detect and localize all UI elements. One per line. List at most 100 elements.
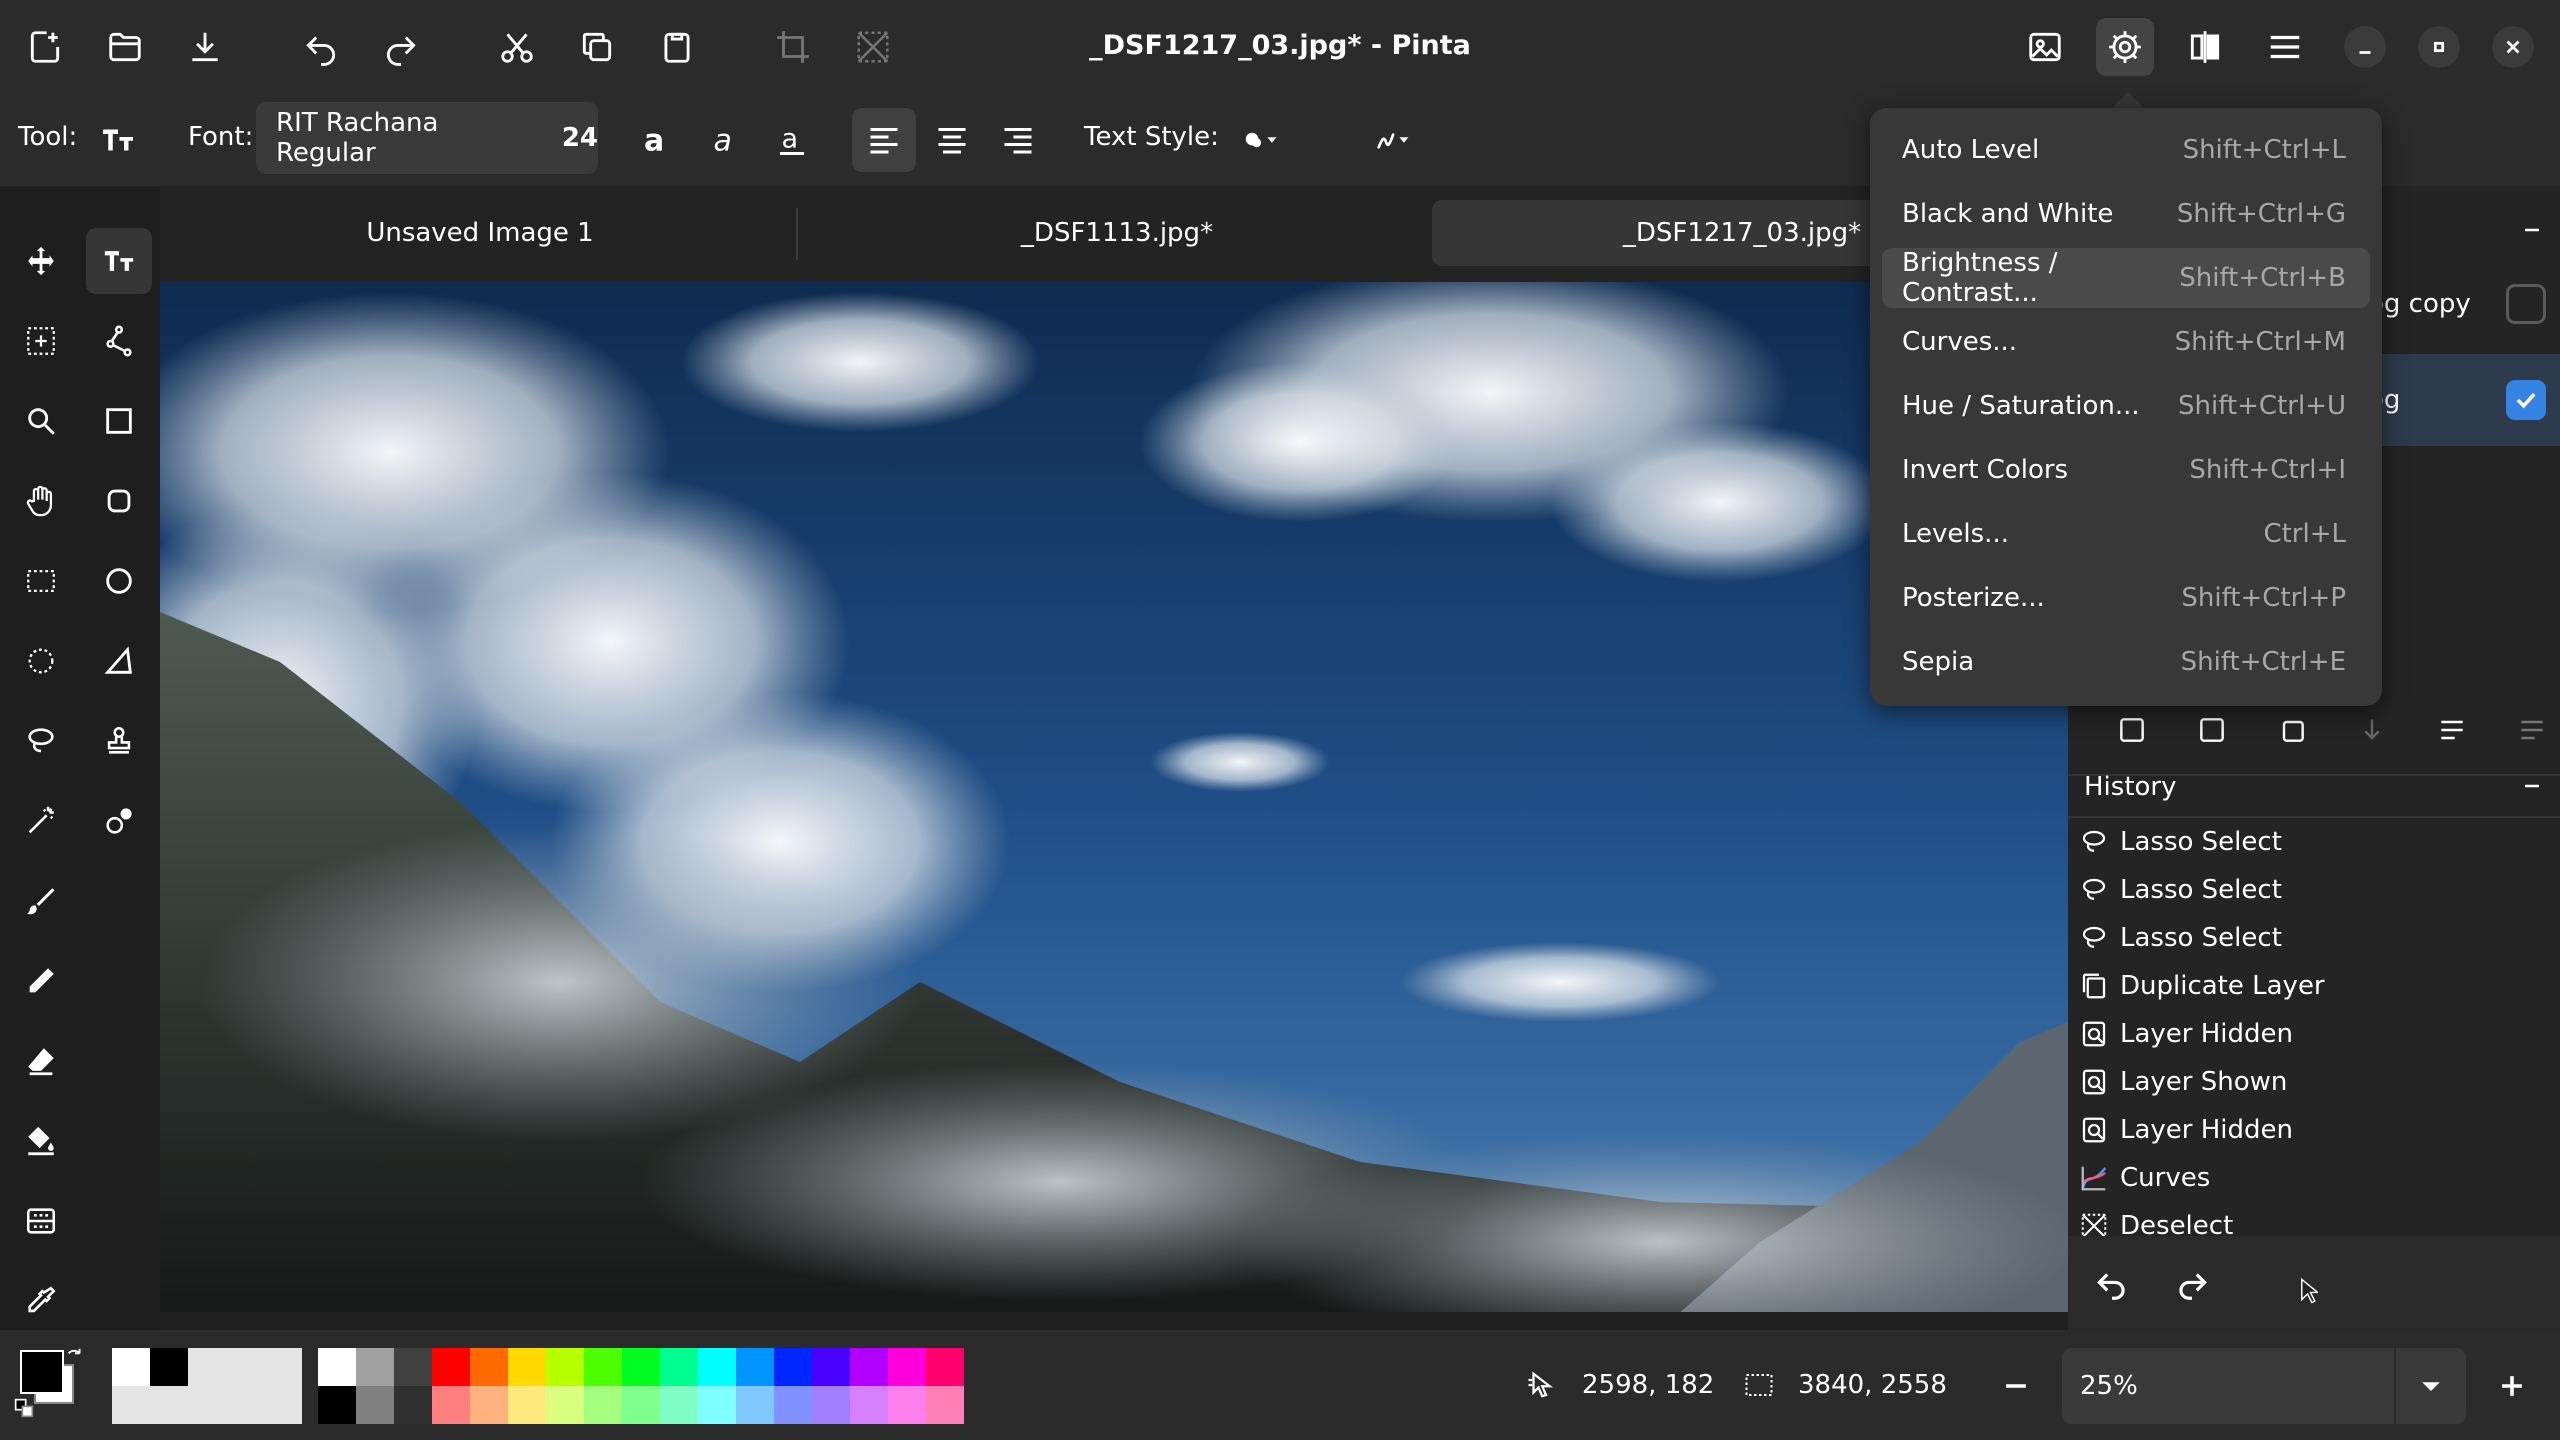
italic-button[interactable]: a [692, 108, 756, 172]
undo-button[interactable] [292, 18, 350, 76]
align-left-button[interactable] [852, 108, 916, 172]
paste-button[interactable] [648, 18, 706, 76]
recolor-tool[interactable] [86, 788, 152, 854]
palette-color[interactable] [850, 1386, 888, 1424]
lasso-select-tool[interactable] [8, 708, 74, 774]
eraser-tool[interactable] [8, 1028, 74, 1094]
deselect-all-button[interactable] [844, 18, 902, 76]
palette-color[interactable] [432, 1348, 470, 1386]
bold-button[interactable]: a [624, 108, 688, 172]
color-picker-tool[interactable] [8, 1268, 74, 1334]
palette-color[interactable] [394, 1348, 432, 1386]
palette-color[interactable] [584, 1386, 622, 1424]
history-item[interactable]: Lasso Select [2068, 914, 2560, 962]
save-button[interactable] [176, 18, 234, 76]
palette-color[interactable] [774, 1386, 812, 1424]
menu-item-levels[interactable]: Levels... Ctrl+L [1882, 504, 2370, 564]
layer-visibility-checkbox[interactable] [2506, 284, 2546, 324]
menu-item-invert-colors[interactable]: Invert Colors Shift+Ctrl+I [1882, 440, 2370, 500]
recent-color[interactable] [150, 1348, 188, 1386]
history-item[interactable]: Layer Hidden [2068, 1106, 2560, 1154]
font-picker-button[interactable]: RIT Rachana Regular 24 [256, 102, 598, 174]
cut-button[interactable] [488, 18, 546, 76]
history-item[interactable]: Lasso Select [2068, 866, 2560, 914]
history-redo-button[interactable] [2166, 1258, 2218, 1310]
history-item[interactable]: Layer Shown [2068, 1058, 2560, 1106]
palette-color[interactable] [812, 1348, 850, 1386]
palette-color[interactable] [888, 1386, 926, 1424]
rounded-rectangle-tool[interactable] [86, 468, 152, 534]
palette-color[interactable] [318, 1386, 356, 1424]
freeform-shape-tool[interactable] [86, 628, 152, 694]
underline-button[interactable]: a [760, 108, 824, 172]
history-item[interactable]: Curves [2068, 1154, 2560, 1202]
paintbrush-tool[interactable] [8, 868, 74, 934]
history-undo-button[interactable] [2086, 1258, 2138, 1310]
menu-item-hue-saturation[interactable]: Hue / Saturation... Shift+Ctrl+U [1882, 376, 2370, 436]
palette-color[interactable] [736, 1386, 774, 1424]
menu-item-black-and-white[interactable]: Black and White Shift+Ctrl+G [1882, 184, 2370, 244]
canvas-area[interactable] [160, 282, 2068, 1330]
palette-color[interactable] [356, 1386, 394, 1424]
tab-dsf1113[interactable]: _DSF1113.jpg* [800, 200, 1434, 266]
zoom-input[interactable] [2062, 1348, 2394, 1424]
history-item[interactable]: Layer Hidden [2068, 1010, 2560, 1058]
paint-bucket-tool[interactable] [8, 1108, 74, 1174]
palette-color[interactable] [508, 1348, 546, 1386]
zoom-in-button[interactable] [2482, 1356, 2542, 1416]
zoom-tool[interactable] [8, 388, 74, 454]
menu-item-posterize[interactable]: Posterize... Shift+Ctrl+P [1882, 568, 2370, 628]
menu-item-auto-level[interactable]: Auto Level Shift+Ctrl+L [1882, 120, 2370, 180]
history-collapse-button[interactable] [2512, 766, 2552, 806]
text-style-dropdown[interactable] [1222, 108, 1302, 172]
ellipse-tool[interactable] [86, 548, 152, 614]
layers-collapse-button[interactable] [2512, 210, 2552, 250]
image-menu-button[interactable] [2016, 18, 2074, 76]
line-curve-tool[interactable] [86, 308, 152, 374]
add-layer-button[interactable] [2110, 708, 2154, 752]
layer-more-button[interactable] [2510, 708, 2554, 752]
reset-colors-icon[interactable] [14, 1398, 34, 1418]
palette-color[interactable] [698, 1348, 736, 1386]
palette-color[interactable] [926, 1348, 964, 1386]
effects-menu-button[interactable] [2176, 18, 2234, 76]
antialiasing-dropdown[interactable] [1354, 108, 1434, 172]
delete-layer-button[interactable] [2190, 708, 2234, 752]
rectangle-tool[interactable] [86, 388, 152, 454]
clone-stamp-tool[interactable] [86, 708, 152, 774]
palette-color[interactable] [546, 1386, 584, 1424]
move-selection-tool[interactable] [8, 308, 74, 374]
palette-color[interactable] [584, 1348, 622, 1386]
redo-button[interactable] [372, 18, 430, 76]
minimize-button[interactable] [2344, 26, 2386, 68]
swap-colors-icon[interactable] [64, 1346, 86, 1368]
menu-item-sepia[interactable]: Sepia Shift+Ctrl+E [1882, 632, 2370, 692]
duplicate-layer-button[interactable] [2270, 708, 2314, 752]
palette-color[interactable] [318, 1348, 356, 1386]
gradient-tool[interactable] [8, 1188, 74, 1254]
text-tool[interactable] [86, 228, 152, 294]
tab-unsaved-image-1[interactable]: Unsaved Image 1 [160, 200, 800, 266]
pencil-tool[interactable] [8, 948, 74, 1014]
palette-color[interactable] [850, 1348, 888, 1386]
history-item[interactable]: Duplicate Layer [2068, 962, 2560, 1010]
palette-color[interactable] [888, 1348, 926, 1386]
ellipse-select-tool[interactable] [8, 628, 74, 694]
adjustments-menu-button[interactable] [2096, 18, 2154, 76]
magic-wand-tool[interactable] [8, 788, 74, 854]
move-layer-down-button[interactable] [2350, 708, 2394, 752]
move-selected-tool[interactable] [8, 228, 74, 294]
palette-color[interactable] [660, 1348, 698, 1386]
layer-visibility-checkbox[interactable] [2506, 380, 2546, 420]
layer-properties-button[interactable] [2430, 708, 2474, 752]
maximize-button[interactable] [2418, 26, 2460, 68]
align-center-button[interactable] [920, 108, 984, 172]
palette-color[interactable] [660, 1386, 698, 1424]
rectangle-select-tool[interactable] [8, 548, 74, 614]
palette-color[interactable] [774, 1348, 812, 1386]
palette-color[interactable] [736, 1348, 774, 1386]
palette-color[interactable] [926, 1386, 964, 1424]
mountain-sky-photo[interactable] [160, 282, 2068, 1330]
primary-color-swatch[interactable] [20, 1350, 64, 1394]
main-menu-button[interactable] [2256, 18, 2314, 76]
